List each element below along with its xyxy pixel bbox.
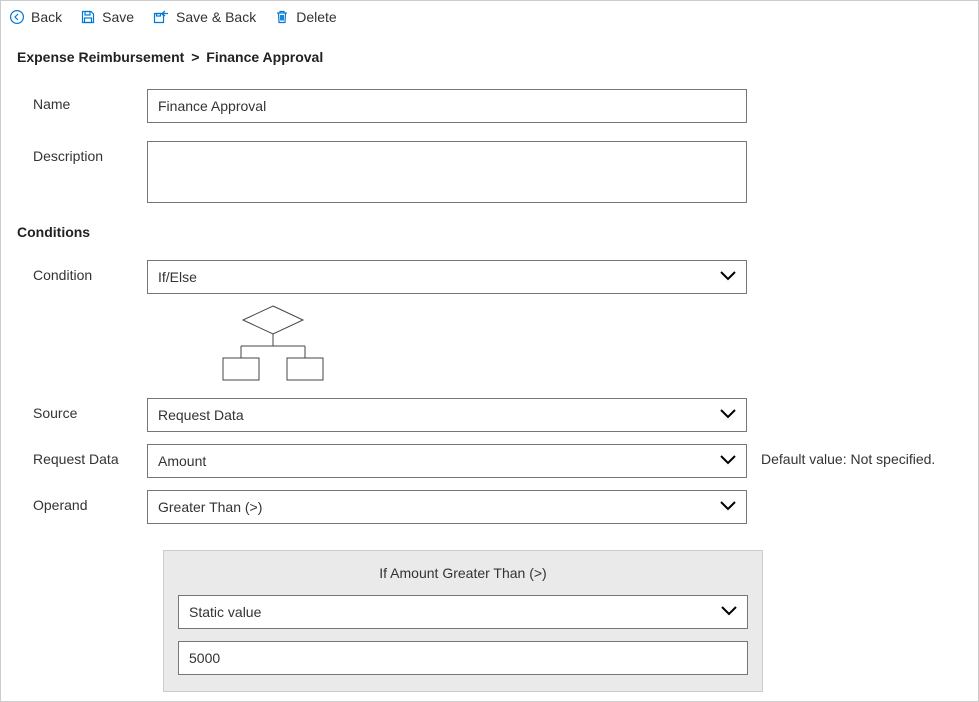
condition-panel: If Amount Greater Than (>) Static value [163,550,763,692]
description-label: Description [17,141,147,164]
save-back-label: Save & Back [176,9,256,25]
name-label: Name [17,89,147,112]
breadcrumb-parent[interactable]: Expense Reimbursement [17,49,184,65]
name-input[interactable] [147,89,747,123]
operand-label: Operand [17,490,147,513]
operand-value: Greater Than (>) [158,499,262,515]
source-value: Request Data [158,407,244,423]
delete-label: Delete [296,9,336,25]
static-value-input[interactable] [178,641,748,675]
save-icon [80,9,96,25]
breadcrumb-separator: > [188,49,202,65]
breadcrumb: Expense Reimbursement > Finance Approval [17,49,962,65]
conditions-header: Conditions [17,224,962,240]
condition-label: Condition [17,260,147,283]
source-select[interactable]: Request Data [147,398,747,432]
back-button[interactable]: Back [9,9,62,25]
delete-button[interactable]: Delete [274,9,336,25]
save-and-back-button[interactable]: Save & Back [152,9,256,25]
description-input[interactable] [147,141,747,203]
source-label: Source [17,398,147,421]
breadcrumb-current: Finance Approval [206,49,323,65]
back-arrow-icon [9,9,25,25]
editor-frame: Back Save Save & Back [0,0,979,702]
value-type-value: Static value [189,604,261,620]
request-data-value: Amount [158,453,206,469]
save-back-icon [152,9,170,25]
save-button[interactable]: Save [80,9,134,25]
request-data-hint: Default value: Not specified. [747,444,935,467]
request-data-select[interactable]: Amount [147,444,747,478]
condition-select[interactable]: If/Else [147,260,747,294]
panel-title: If Amount Greater Than (>) [178,565,748,581]
value-type-select[interactable]: Static value [178,595,748,629]
request-data-label: Request Data [17,444,147,467]
back-label: Back [31,9,62,25]
trash-icon [274,9,290,25]
condition-value: If/Else [158,269,197,285]
condition-diagram [17,302,962,384]
save-label: Save [102,9,134,25]
operand-select[interactable]: Greater Than (>) [147,490,747,524]
toolbar: Back Save Save & Back [1,1,978,31]
